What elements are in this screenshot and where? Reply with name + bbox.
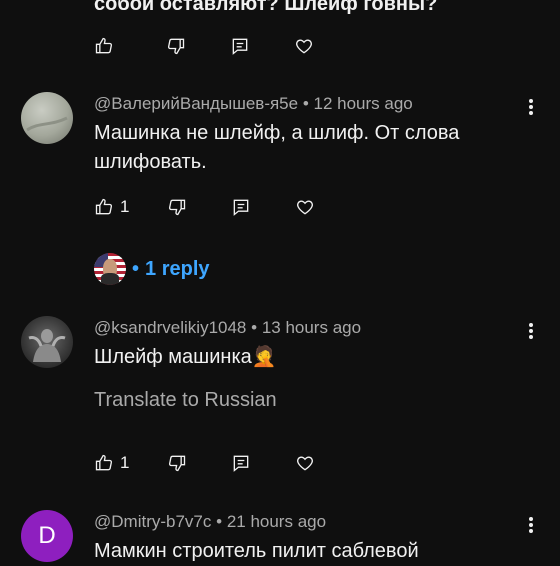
reply-icon bbox=[234, 455, 249, 472]
dislike-button[interactable] bbox=[167, 197, 187, 217]
timestamp: 21 hours ago bbox=[226, 512, 327, 531]
thumbs-down-icon bbox=[169, 455, 186, 472]
comment-meta: @ВалерийВандышев-я5е • 12 hours ago bbox=[94, 94, 413, 114]
replies-count[interactable]: 1 reply bbox=[145, 258, 209, 281]
meta-separator: • bbox=[302, 94, 309, 113]
timestamp: 13 hours ago bbox=[261, 318, 362, 337]
like-button[interactable]: 1 bbox=[94, 197, 129, 217]
comment-text: Шлейф машинка🤦 bbox=[94, 343, 277, 372]
heart-button[interactable] bbox=[295, 453, 315, 473]
meta-separator: • bbox=[216, 512, 223, 531]
author-name[interactable]: @Dmitry-b7v7c bbox=[94, 512, 211, 531]
reply-icon bbox=[232, 38, 248, 55]
like-button[interactable] bbox=[94, 36, 114, 56]
more-options-button[interactable] bbox=[528, 98, 534, 121]
comment-text: Мамкин строитель пилит саблевой bbox=[94, 540, 419, 562]
more-vert-icon bbox=[529, 99, 533, 115]
more-options-button[interactable] bbox=[528, 322, 534, 345]
reply-button[interactable] bbox=[231, 197, 251, 217]
dislike-button[interactable] bbox=[166, 36, 186, 56]
thumbs-up-icon bbox=[95, 454, 113, 471]
avatar[interactable] bbox=[21, 316, 73, 368]
reply-icon bbox=[234, 199, 249, 216]
translate-button[interactable]: Translate to Russian bbox=[94, 389, 277, 412]
comment-text-line: Машинка не шлейф, а шлиф. От слова bbox=[94, 122, 460, 144]
more-vert-icon bbox=[529, 323, 533, 339]
reply-button[interactable] bbox=[231, 453, 251, 473]
view-replies-button[interactable]: • 1 reply bbox=[94, 253, 210, 285]
comment-text: собой оставляют? Шлейф говны? bbox=[94, 0, 438, 15]
comment-text-content: Шлейф машинка bbox=[94, 346, 252, 368]
comment-actions bbox=[94, 34, 314, 58]
like-count: 1 bbox=[120, 197, 130, 216]
avatar[interactable] bbox=[21, 92, 73, 144]
heart-button[interactable] bbox=[294, 36, 314, 56]
thumbs-up-icon bbox=[95, 37, 113, 54]
comment-actions: 1 bbox=[94, 195, 315, 219]
reply-avatar bbox=[94, 253, 126, 285]
comment-meta: @Dmitry-b7v7c • 21 hours ago bbox=[94, 512, 326, 532]
more-vert-icon bbox=[529, 517, 533, 533]
thumbs-up-icon bbox=[95, 198, 113, 215]
dislike-button[interactable] bbox=[167, 453, 187, 473]
thumbs-down-icon bbox=[169, 199, 186, 216]
heart-icon bbox=[296, 39, 312, 54]
heart-icon bbox=[297, 456, 314, 471]
comment-text: Машинка не шлейф, а шлиф. От слова шлифо… bbox=[94, 119, 459, 177]
avatar[interactable]: D bbox=[21, 510, 73, 562]
facepalm-emoji: 🤦 bbox=[251, 346, 277, 368]
comment-text-line: шлифовать. bbox=[94, 151, 207, 173]
heart-icon bbox=[297, 200, 314, 215]
timestamp: 12 hours ago bbox=[313, 94, 413, 113]
heart-button[interactable] bbox=[295, 197, 315, 217]
author-name[interactable]: @ksandrvelikiy1048 bbox=[94, 318, 246, 337]
meta-separator: • bbox=[251, 318, 258, 337]
like-button[interactable]: 1 bbox=[94, 453, 129, 473]
reply-button[interactable] bbox=[230, 36, 250, 56]
replies-separator: • bbox=[132, 257, 140, 280]
like-count: 1 bbox=[120, 453, 130, 472]
author-name[interactable]: @ВалерийВандышев-я5е bbox=[94, 94, 298, 113]
avatar-letter: D bbox=[38, 522, 56, 549]
comment-actions: 1 bbox=[94, 451, 315, 475]
thumbs-down-icon bbox=[167, 38, 185, 55]
more-options-button[interactable] bbox=[528, 516, 534, 539]
comment-meta: @ksandrvelikiy1048 • 13 hours ago bbox=[94, 318, 361, 338]
